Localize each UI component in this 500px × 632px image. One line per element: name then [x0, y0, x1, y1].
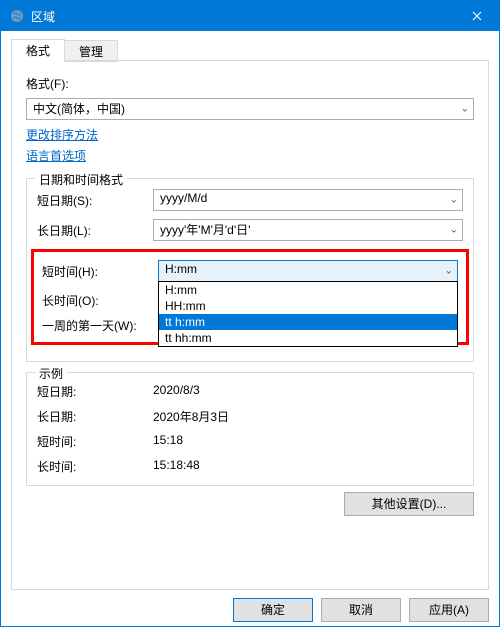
example-long-date-value: 2020年8月3日 [153, 408, 229, 425]
long-time-label: 长时间(O): [42, 292, 158, 309]
example-short-date-value: 2020/8/3 [153, 383, 200, 400]
highlight-box: 短时间(H): H:mm ⌄ H:mm HH:mm tt h:mm tt hh:… [31, 249, 469, 345]
format-label: 格式(F): [26, 75, 474, 92]
short-time-label: 短时间(H): [42, 263, 158, 280]
first-day-label: 一周的第一天(W): [42, 317, 158, 334]
link-language-prefs[interactable]: 语言首选项 [26, 147, 86, 164]
example-long-time-value: 15:18:48 [153, 458, 200, 475]
short-date-select[interactable]: yyyy/M/d ⌄ [153, 189, 463, 211]
other-settings-button[interactable]: 其他设置(D)... [344, 492, 474, 516]
client-area: 格式 管理 格式(F): 中文(简体，中国) ⌄ 更改排序方法 语言首选项 日期… [1, 31, 499, 632]
short-time-value: H:mm [165, 262, 197, 276]
short-time-option[interactable]: tt hh:mm [159, 330, 457, 346]
titlebar: 区域 [1, 1, 499, 31]
cancel-button[interactable]: 取消 [321, 598, 401, 622]
tab-admin[interactable]: 管理 [64, 40, 118, 62]
short-date-value: yyyy/M/d [160, 191, 207, 205]
format-select-value: 中文(简体，中国) [33, 102, 125, 116]
dialog-buttons: 确定 取消 应用(A) [11, 598, 489, 622]
chevron-down-icon: ⌄ [445, 266, 453, 277]
datetime-legend: 日期和时间格式 [35, 171, 127, 188]
example-short-time-value: 15:18 [153, 433, 183, 450]
example-long-date-label: 长日期: [37, 408, 153, 425]
format-select[interactable]: 中文(简体，中国) ⌄ [26, 98, 474, 120]
close-button[interactable] [454, 1, 499, 31]
ok-button[interactable]: 确定 [233, 598, 313, 622]
tab-strip: 格式 管理 [11, 39, 489, 61]
long-date-select[interactable]: yyyy'年'M'月'd'日' ⌄ [153, 219, 463, 241]
long-date-value: yyyy'年'M'月'd'日' [160, 223, 250, 237]
short-time-select[interactable]: H:mm ⌄ H:mm HH:mm tt h:mm tt hh:mm [158, 260, 458, 282]
apply-button[interactable]: 应用(A) [409, 598, 489, 622]
datetime-format-group: 日期和时间格式 短日期(S): yyyy/M/d ⌄ 长日期(L): yyyy'… [26, 178, 474, 362]
window-title: 区域 [31, 8, 454, 25]
chevron-down-icon: ⌄ [450, 195, 458, 206]
short-time-option[interactable]: tt h:mm [159, 314, 457, 330]
chevron-down-icon: ⌄ [461, 104, 469, 115]
examples-group: 示例 短日期: 2020/8/3 长日期: 2020年8月3日 短时间: 15:… [26, 372, 474, 486]
examples-legend: 示例 [35, 365, 67, 382]
long-date-label: 长日期(L): [37, 222, 153, 239]
example-short-time-label: 短时间: [37, 433, 153, 450]
short-date-label: 短日期(S): [37, 192, 153, 209]
chevron-down-icon: ⌄ [450, 225, 458, 236]
region-icon [9, 8, 25, 24]
link-sort-method[interactable]: 更改排序方法 [26, 126, 98, 143]
short-time-option[interactable]: HH:mm [159, 298, 457, 314]
example-short-date-label: 短日期: [37, 383, 153, 400]
short-time-option[interactable]: H:mm [159, 282, 457, 298]
example-long-time-label: 长时间: [37, 458, 153, 475]
tab-format[interactable]: 格式 [11, 39, 65, 61]
tab-panel-format: 格式(F): 中文(简体，中国) ⌄ 更改排序方法 语言首选项 日期和时间格式 … [11, 60, 489, 590]
short-time-dropdown: H:mm HH:mm tt h:mm tt hh:mm [158, 281, 458, 347]
